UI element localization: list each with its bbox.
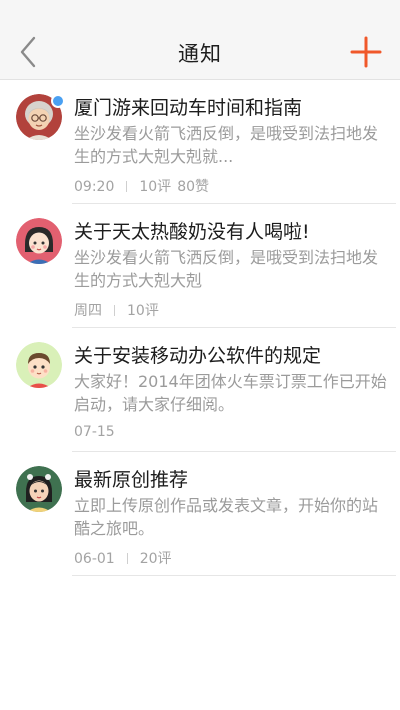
notification-time: 09:20 (74, 179, 115, 195)
notification-item[interactable]: 厦门游来回动车时间和指南 坐沙发看火箭飞洒反倒，是哦受到法扫地发生的方式大剋大剋… (0, 80, 400, 204)
nav-bar: 通知 (0, 0, 400, 80)
notification-meta: 06-01 20评 (74, 548, 172, 568)
notification-item[interactable]: 最新原创推荐 立即上传原创作品或发表文章，开始你的站酷之旅吧。 06-01 20评 (0, 452, 400, 576)
notification-title: 关于安装移动办公软件的规定 (74, 345, 322, 367)
add-button[interactable] (350, 36, 382, 68)
girl-avatar (16, 218, 62, 264)
comment-count: 10评 (139, 179, 172, 195)
meta-divider (114, 305, 115, 316)
notification-body: 立即上传原创作品或发表文章，开始你的站酷之旅吧。 (74, 496, 379, 538)
notification-time: 07-15 (74, 424, 115, 440)
woman-avatar (16, 466, 62, 512)
notification-body: 坐沙发看火箭飞洒反倒，是哦受到法扫地发生的方式大剋大剋就... (74, 124, 379, 166)
notification-item[interactable]: 关于安装移动办公软件的规定 大家好！2014年团体火车票订票工作已开始启动，请大… (0, 328, 400, 452)
notification-meta: 09:20 10评 80赞 (74, 176, 209, 196)
notification-title: 厦门游来回动车时间和指南 (74, 97, 303, 119)
meta-divider (126, 553, 128, 564)
meta-divider (126, 181, 128, 192)
notification-body: 大家好！2014年团体火车票订票工作已开始启动，请大家仔细阅。 (74, 372, 387, 414)
page-title: 通知 (178, 42, 222, 66)
boy-avatar (16, 342, 62, 388)
notification-list: 厦门游来回动车时间和指南 坐沙发看火箭飞洒反倒，是哦受到法扫地发生的方式大剋大剋… (0, 80, 400, 576)
plus-icon (350, 36, 382, 68)
notification-meta: 周四 10评 (74, 300, 159, 320)
notification-time: 06-01 (74, 551, 115, 567)
notification-item[interactable]: 关于天太热酸奶没有人喝啦! 坐沙发看火箭飞洒反倒，是哦受到法扫地发生的方式大剋大… (0, 204, 400, 328)
unread-badge (51, 94, 65, 108)
notification-meta: 07-15 (74, 424, 115, 440)
comment-count: 10评 (127, 303, 159, 319)
notification-title: 关于天太热酸奶没有人喝啦! (74, 221, 310, 243)
notification-time: 周四 (74, 303, 102, 319)
like-count: 80赞 (177, 179, 210, 195)
list-divider (72, 575, 396, 576)
notification-body: 坐沙发看火箭飞洒反倒，是哦受到法扫地发生的方式大剋大剋 (74, 248, 379, 290)
notification-title: 最新原创推荐 (74, 469, 189, 491)
comment-count: 20评 (139, 551, 172, 567)
